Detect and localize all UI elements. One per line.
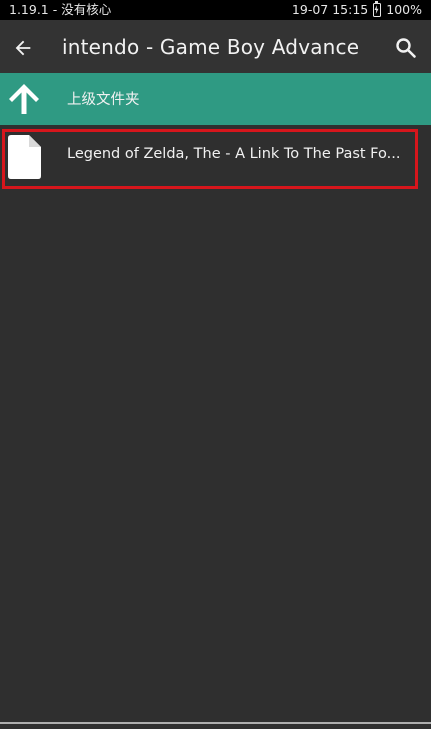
list-item[interactable]: Legend of Zelda, The - A Link To The Pas… [0, 127, 431, 189]
status-time: 19-07 15:15 [291, 2, 369, 17]
battery-percent: 100% [386, 2, 422, 17]
parent-folder-row[interactable]: 上级文件夹 [0, 73, 431, 125]
file-list: 上级文件夹 Legend of Zelda, The - A Link To T… [0, 73, 431, 189]
toolbar: intendo - Game Boy Advance [0, 20, 431, 73]
toolbar-title: intendo - Game Boy Advance [62, 35, 360, 59]
status-bar: 1.19.1 - 没有核心 19-07 15:15 100% [0, 0, 431, 20]
arrow-left-icon [15, 40, 31, 56]
app-screen: 1.19.1 - 没有核心 19-07 15:15 100% intendo -… [0, 0, 431, 729]
file-icon [8, 135, 41, 179]
file-name: Legend of Zelda, The - A Link To The Pas… [67, 146, 401, 162]
search-button[interactable] [389, 31, 423, 65]
arrow-up-icon [9, 84, 39, 114]
back-button[interactable] [6, 31, 40, 65]
parent-folder-label: 上级文件夹 [67, 92, 140, 108]
search-icon [396, 38, 416, 58]
status-text-left: 1.19.1 - 没有核心 [9, 2, 112, 17]
battery-icon [373, 1, 382, 17]
bottom-divider [0, 722, 431, 724]
status-right-group: 19-07 15:15 100% [292, 0, 422, 20]
